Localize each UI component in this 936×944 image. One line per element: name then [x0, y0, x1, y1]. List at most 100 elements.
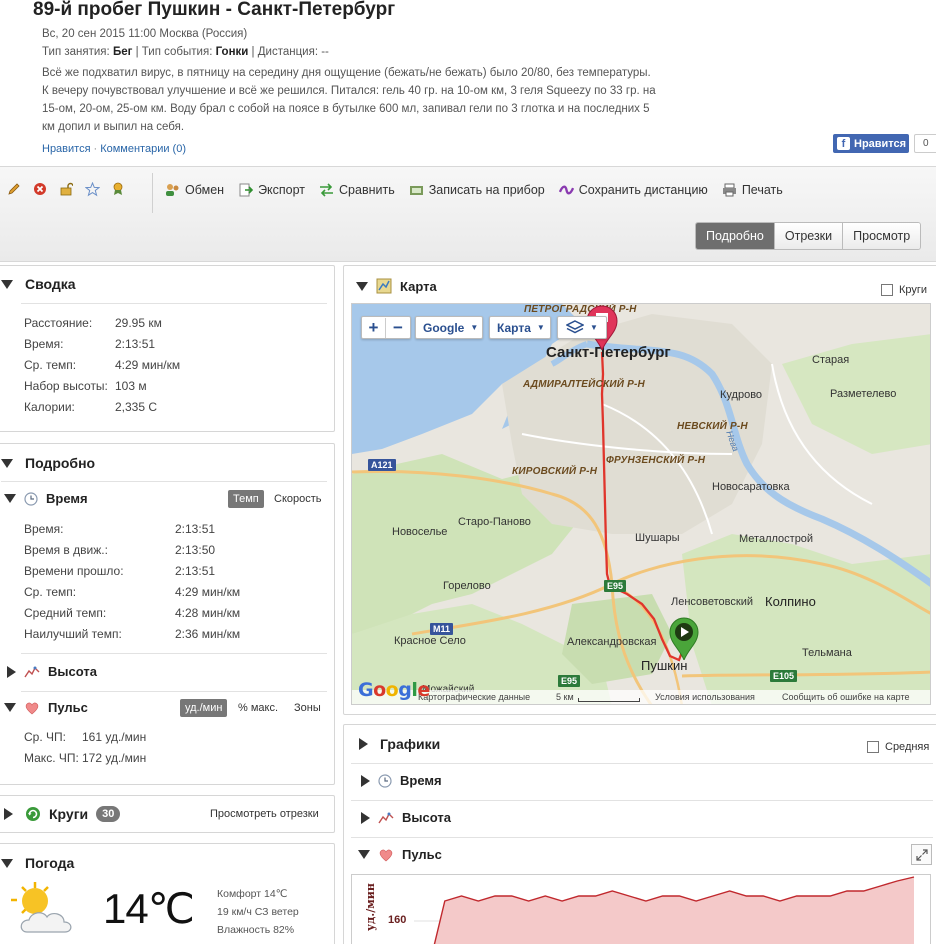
chart-heart-rate-header[interactable]: Пульс — [358, 847, 442, 862]
lock-icon[interactable] — [58, 181, 74, 197]
print-button[interactable]: Печать — [722, 183, 783, 197]
compare-button[interactable]: Сравнить — [319, 183, 395, 197]
chart-time-header[interactable]: Время — [361, 773, 442, 788]
zoom-in-button[interactable]: + — [362, 317, 386, 338]
detail-label: Время: — [24, 522, 64, 536]
medal-icon[interactable] — [110, 181, 126, 197]
details-header[interactable]: Подробно — [0, 445, 95, 481]
map-label: Александровская — [567, 636, 657, 648]
map-label: Ленсоветовский — [671, 596, 753, 608]
summary-distance: 29.95 км — [115, 316, 162, 330]
zoom-out-button[interactable]: − — [386, 318, 410, 338]
facebook-like-button[interactable]: f Нравится — [833, 134, 909, 153]
detail-label: Времени прошло: — [24, 564, 124, 578]
tab-splits[interactable]: Отрезки — [773, 223, 843, 249]
expand-arrow-icon — [4, 808, 13, 820]
partly-cloudy-icon — [9, 880, 79, 944]
start-marker-icon[interactable] — [668, 616, 700, 663]
map-label: Тельмана — [802, 647, 852, 659]
summary-time: 2:13:51 — [115, 337, 156, 351]
summary-label: Набор высоты: — [24, 379, 108, 393]
map-data-credit: Картографические данные — [418, 692, 531, 702]
map-header[interactable]: Карта — [354, 268, 437, 304]
share-people-icon — [165, 183, 180, 197]
map-label: Шушары — [635, 532, 680, 544]
favorite-star-icon[interactable] — [84, 181, 100, 197]
edit-pencil-icon[interactable] — [6, 181, 22, 197]
route-map[interactable]: ПЕТРОГРАДСКИЙ Р-Н Санкт-Петербург АДМИРА… — [351, 303, 931, 705]
summary-header[interactable]: Сводка — [0, 266, 76, 302]
collapse-arrow-icon — [356, 281, 368, 291]
view-splits-link[interactable]: Просмотреть отрезки — [210, 808, 319, 820]
zoom-controls: + − — [361, 316, 411, 339]
expand-arrow-icon — [7, 665, 16, 678]
detail-value: 2:13:51 — [175, 564, 216, 578]
elevation-icon — [24, 665, 40, 679]
map-report-link[interactable]: Сообщить об ошибке на карте — [782, 692, 909, 702]
expand-chart-button[interactable] — [911, 844, 932, 865]
laps-count-badge: 30 — [96, 806, 121, 822]
collapse-arrow-icon — [1, 279, 13, 289]
max-hr-value: 172 уд./мин — [82, 751, 147, 765]
map-label: Старо-Паново — [458, 516, 531, 528]
max-percent-toggle[interactable]: % макс. — [238, 702, 278, 714]
elevation-section-header[interactable]: Высота — [7, 664, 97, 679]
road-shield: A121 — [368, 459, 396, 471]
weather-comfort: Комфорт 14℃ — [217, 888, 288, 900]
map-layers-button[interactable]: ▼ — [557, 316, 607, 339]
detail-value: 2:36 мин/км — [175, 627, 241, 641]
heart-rate-chart: уд./мин 160 — [351, 874, 931, 944]
weather-header[interactable]: Погода — [0, 845, 74, 881]
tab-player[interactable]: Просмотр — [842, 223, 921, 249]
weather-wind: 19 км/ч СЗ ветер — [217, 906, 299, 918]
expand-arrow-icon — [361, 774, 370, 787]
export-button[interactable]: Экспорт — [238, 183, 305, 197]
map-terms-link[interactable]: Условия использования — [655, 692, 755, 702]
social-links: Нравится · Комментарии (0) — [42, 143, 187, 155]
detail-value: 4:29 мин/км — [175, 585, 241, 599]
map-scale-bar — [578, 698, 640, 702]
summary-label: Расстояние: — [24, 316, 93, 330]
save-course-button[interactable]: Сохранить дистанцию — [558, 183, 708, 197]
map-label: Старая — [812, 354, 850, 366]
zones-toggle[interactable]: Зоны — [294, 702, 321, 714]
road-shield: E95 — [604, 580, 627, 592]
comments-link[interactable]: Комментарии (0) — [100, 143, 186, 155]
delete-icon[interactable] — [32, 181, 48, 197]
summary-pace: 4:29 мин/км — [115, 358, 181, 372]
bpm-toggle[interactable]: уд./мин — [180, 699, 228, 717]
hr-area — [434, 877, 914, 944]
heart-rate-section-header[interactable]: Пульс — [4, 700, 88, 715]
charts-header[interactable]: Графики — [357, 726, 440, 762]
map-label: ПЕТРОГРАДСКИЙ Р-Н — [524, 304, 637, 315]
detail-label: Ср. ЧП: — [24, 730, 66, 744]
summary-label: Время: — [24, 337, 64, 351]
weather-temperature: 14℃ — [103, 885, 195, 932]
chart-elevation-header[interactable]: Высота — [361, 810, 451, 825]
activity-toolbar: Обмен Экспорт Сравнить Записать на прибо… — [0, 166, 936, 262]
collapse-arrow-icon — [4, 494, 16, 503]
expand-arrow-icon — [359, 738, 368, 750]
speed-toggle[interactable]: Скорость — [274, 493, 322, 505]
clock-icon — [378, 773, 392, 788]
like-link[interactable]: Нравится — [42, 143, 91, 155]
time-section-header[interactable]: Время — [4, 491, 88, 506]
detail-label: Время в движ.: — [24, 543, 108, 557]
map-label: АДМИРАЛТЕЙСКИЙ Р-Н — [523, 379, 645, 390]
laps-header[interactable]: Круги 30 — [0, 796, 121, 832]
share-button[interactable]: Обмен — [165, 183, 224, 197]
average-checkbox[interactable]: Средняя — [867, 741, 929, 753]
tab-details[interactable]: Подробно — [696, 223, 774, 249]
summary-calories: 2,335 С — [115, 400, 158, 414]
pace-toggle[interactable]: Темп — [228, 490, 264, 508]
map-type-select[interactable]: Карта ▼ — [489, 316, 551, 339]
laps-checkbox[interactable]: Круги — [881, 284, 927, 296]
clock-icon — [24, 491, 38, 506]
heart-icon — [378, 848, 394, 862]
map-provider-select[interactable]: Google ▼ — [415, 316, 483, 339]
activity-title: 89-й пробег Пушкин - Санкт-Петербург — [33, 0, 396, 20]
collapse-arrow-icon — [1, 458, 13, 468]
detail-value: 2:13:50 — [175, 543, 216, 557]
send-to-device-button[interactable]: Записать на прибор — [409, 183, 545, 197]
collapse-arrow-icon — [358, 850, 370, 859]
